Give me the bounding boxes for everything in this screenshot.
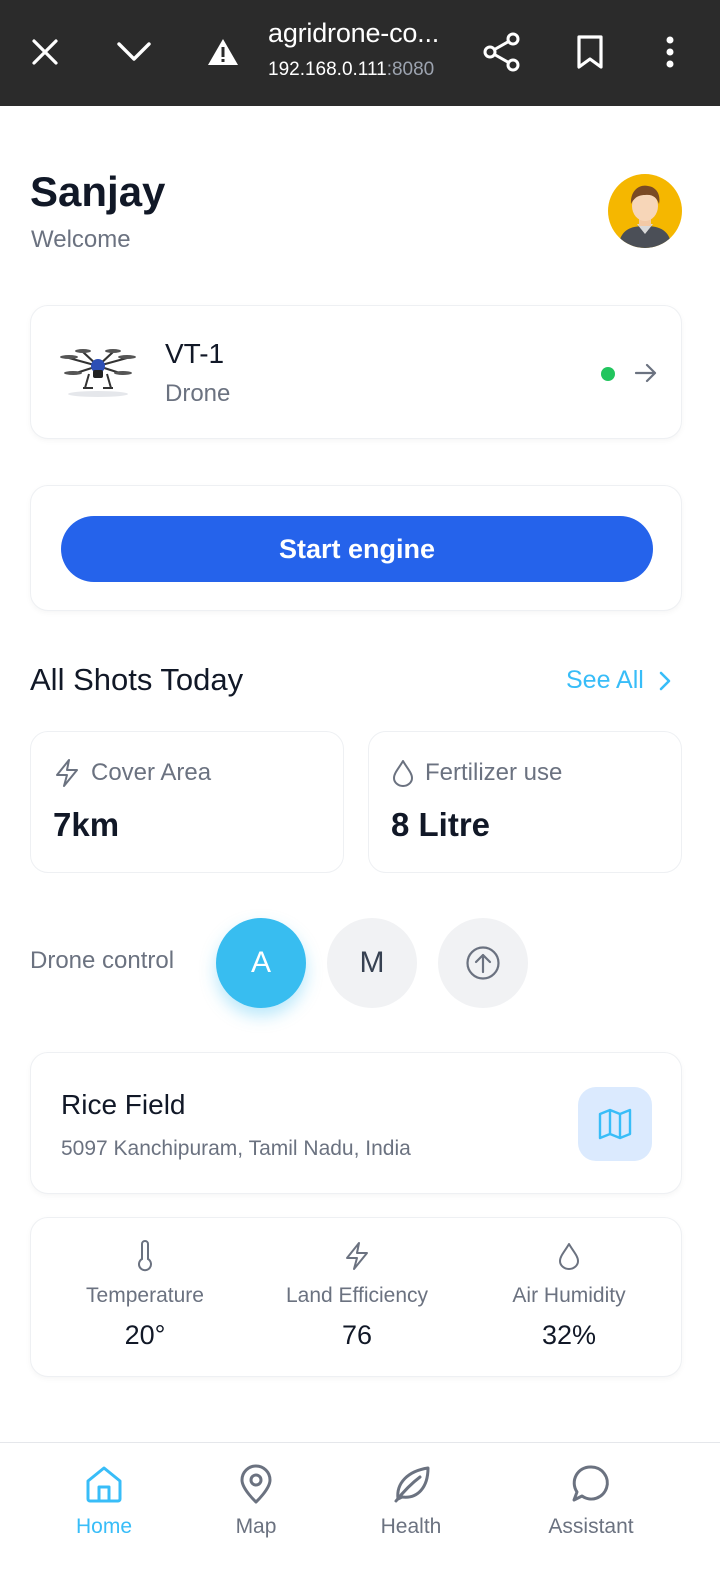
cover-area-label: Cover Area xyxy=(53,758,211,788)
bottom-navigation: Home Map Health Assistant xyxy=(0,1442,720,1586)
bookmark-icon[interactable] xyxy=(558,20,622,84)
chevron-down-icon[interactable] xyxy=(102,20,166,84)
engine-card: Start engine xyxy=(30,485,682,611)
page-title: agridrone-co... xyxy=(268,18,440,48)
drone-image xyxy=(59,344,137,400)
nav-label-assistant: Assistant xyxy=(548,1515,634,1538)
droplet-icon xyxy=(559,1243,579,1270)
land-efficiency-label: Land Efficiency xyxy=(285,1284,429,1307)
drone-card[interactable]: VT-1 Drone xyxy=(30,305,682,439)
temperature-metric: Temperature 20° xyxy=(45,1240,245,1351)
nav-label-home: Home xyxy=(75,1515,133,1538)
welcome-text: Welcome xyxy=(31,226,131,253)
see-all-label: See All xyxy=(566,666,644,694)
nav-item-health[interactable]: Health xyxy=(341,1463,481,1539)
url-host: 192.168.0.111:8080 xyxy=(268,59,435,80)
field-metrics-card: Temperature 20° Land Efficiency 76 Air H… xyxy=(30,1217,682,1377)
online-status-dot xyxy=(601,367,615,381)
nav-item-map[interactable]: Map xyxy=(186,1463,326,1539)
warning-icon[interactable] xyxy=(191,20,255,84)
chat-icon xyxy=(572,1465,609,1502)
nav-item-assistant[interactable]: Assistant xyxy=(521,1463,661,1539)
map-icon xyxy=(598,1108,632,1140)
auto-mode-button[interactable]: A xyxy=(216,918,306,1008)
more-vert-icon[interactable] xyxy=(638,20,702,84)
nav-label-map: Map xyxy=(235,1515,277,1538)
air-humidity-label: Air Humidity xyxy=(512,1284,626,1307)
air-humidity-metric: Air Humidity 32% xyxy=(469,1240,669,1351)
address-bar[interactable]: agridrone-co... 192.168.0.111:8080 xyxy=(268,18,468,81)
field-name: Rice Field xyxy=(61,1089,186,1120)
manual-mode-button[interactable]: M xyxy=(327,918,417,1008)
browser-toolbar: agridrone-co... 192.168.0.111:8080 xyxy=(0,0,720,106)
arrow-up-circle-icon xyxy=(466,946,500,980)
start-engine-button[interactable]: Start engine xyxy=(61,516,653,582)
share-icon[interactable] xyxy=(470,20,534,84)
cover-area-value: 7km xyxy=(53,806,120,843)
leaf-icon xyxy=(394,1466,430,1503)
air-humidity-value: 32% xyxy=(541,1320,597,1350)
map-pin-icon xyxy=(240,1464,272,1504)
arrow-right-icon[interactable] xyxy=(633,360,659,386)
close-icon[interactable] xyxy=(13,20,77,84)
field-address: 5097 Kanchipuram, Tamil Nadu, India xyxy=(61,1137,411,1160)
nav-label-health: Health xyxy=(380,1515,442,1538)
bolt-icon xyxy=(56,759,78,787)
land-efficiency-value: 76 xyxy=(341,1320,373,1350)
cover-area-card[interactable]: Cover Area 7km xyxy=(30,731,344,873)
nav-item-home[interactable]: Home xyxy=(34,1463,174,1539)
section-title: All Shots Today xyxy=(30,662,244,697)
user-name: Sanjay xyxy=(30,168,166,215)
temperature-label: Temperature xyxy=(86,1284,204,1307)
field-card[interactable]: Rice Field 5097 Kanchipuram, Tamil Nadu,… xyxy=(30,1052,682,1194)
home-icon xyxy=(86,1466,122,1503)
takeoff-button[interactable] xyxy=(438,918,528,1008)
fertilizer-label: Fertilizer use xyxy=(391,758,562,788)
fertilizer-card[interactable]: Fertilizer use 8 Litre xyxy=(368,731,682,873)
fertilizer-value: 8 Litre xyxy=(391,806,491,843)
drone-type: Drone xyxy=(165,380,231,407)
open-map-button[interactable] xyxy=(578,1087,652,1161)
droplet-icon xyxy=(393,760,413,787)
chevron-right-icon xyxy=(659,671,671,690)
thermometer-icon xyxy=(138,1240,152,1272)
land-efficiency-metric: Land Efficiency 76 xyxy=(257,1240,457,1351)
temperature-value: 20° xyxy=(124,1320,166,1350)
see-all-link[interactable]: See All xyxy=(566,666,672,695)
drone-name: VT-1 xyxy=(165,338,225,369)
drone-control-label: Drone control xyxy=(30,947,175,974)
avatar[interactable] xyxy=(608,174,682,248)
bolt-icon xyxy=(346,1242,368,1270)
